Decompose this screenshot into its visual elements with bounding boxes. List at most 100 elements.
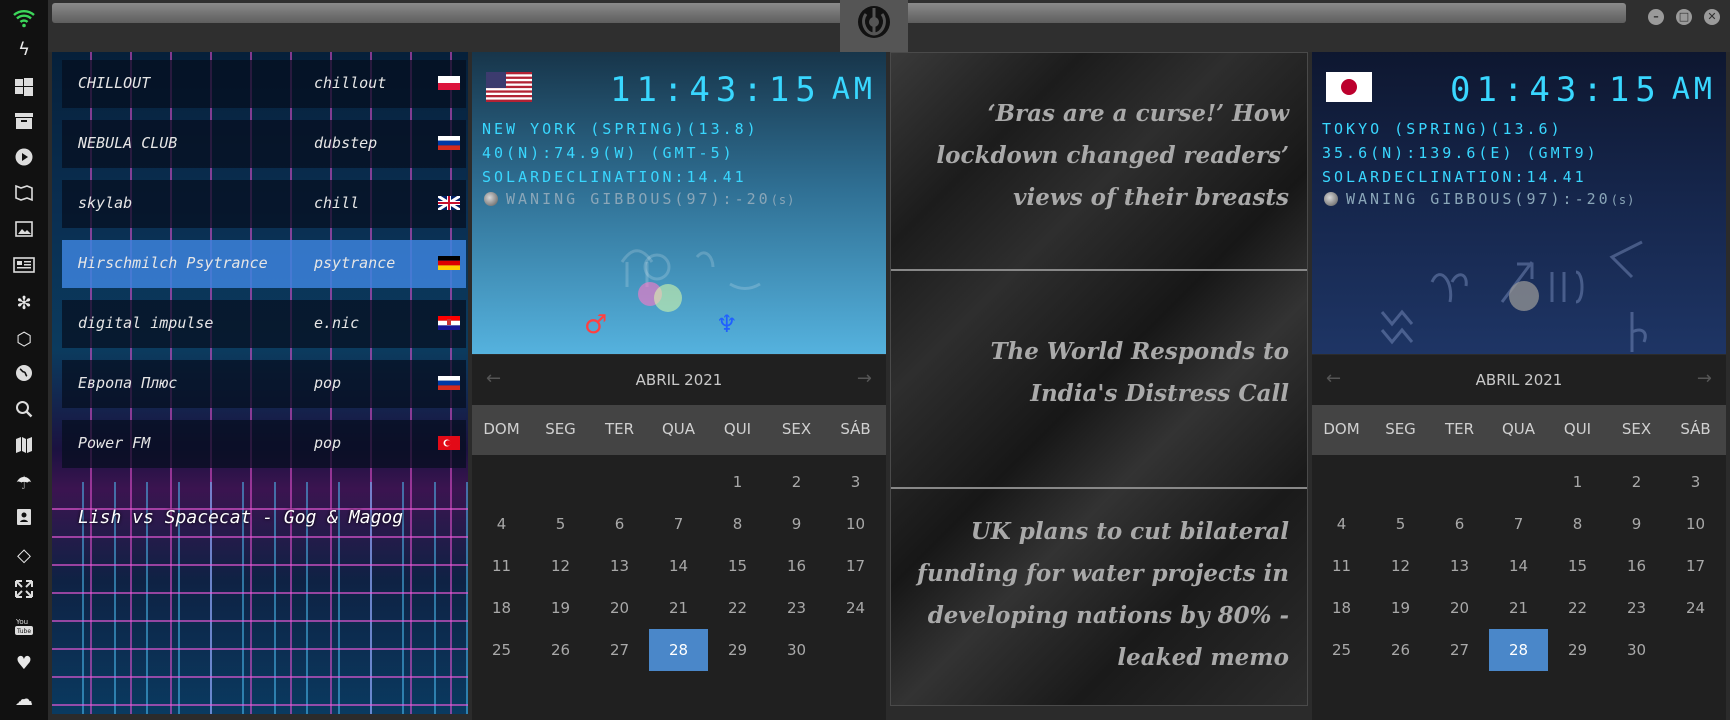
calendar-day[interactable]: 29: [1548, 629, 1607, 671]
calendar-day[interactable]: 7: [649, 503, 708, 545]
calendar-day[interactable]: 18: [472, 587, 531, 629]
selected-day[interactable]: 28: [1489, 629, 1548, 671]
calendar-day[interactable]: 3: [1666, 461, 1725, 503]
calendar-day[interactable]: 17: [1666, 545, 1725, 587]
calendar-day[interactable]: 14: [649, 545, 708, 587]
umbrella-icon[interactable]: ☂: [12, 472, 36, 496]
settings-badge-icon[interactable]: ✻: [12, 292, 36, 316]
heart-icon[interactable]: ♥: [12, 652, 36, 676]
calendar-day[interactable]: 22: [708, 587, 767, 629]
station-item[interactable]: digital impulse e.nic: [62, 300, 466, 348]
image-icon[interactable]: [12, 220, 36, 244]
calendar-day[interactable]: 17: [826, 545, 885, 587]
calendar-day[interactable]: 21: [1489, 587, 1548, 629]
calendar-day[interactable]: 1: [1548, 461, 1607, 503]
calendar-day[interactable]: 24: [1666, 587, 1725, 629]
calendar-day[interactable]: 15: [708, 545, 767, 587]
calendar-day[interactable]: 23: [1607, 587, 1666, 629]
calendar-day[interactable]: 22: [1548, 587, 1607, 629]
calendar-day[interactable]: 25: [1312, 629, 1371, 671]
weekday-label: SEG: [545, 420, 576, 438]
calendar-day[interactable]: 9: [1607, 503, 1666, 545]
globe-icon[interactable]: [12, 364, 36, 388]
calendar-day[interactable]: 8: [708, 503, 767, 545]
calendar-day[interactable]: 13: [1430, 545, 1489, 587]
calendar-day[interactable]: 25: [472, 629, 531, 671]
calendar-day[interactable]: 20: [1430, 587, 1489, 629]
calendar-day[interactable]: 30: [1607, 629, 1666, 671]
hexagon-icon[interactable]: ⬡: [12, 328, 36, 352]
contact-card-icon[interactable]: [12, 508, 36, 532]
svg-text:You: You: [15, 618, 28, 626]
calendar-day[interactable]: 5: [1371, 503, 1430, 545]
expand-icon[interactable]: [12, 580, 36, 604]
station-genre: chill: [314, 194, 360, 212]
play-icon[interactable]: [12, 148, 36, 172]
windows-icon[interactable]: [12, 78, 36, 102]
calendar-day[interactable]: 16: [1607, 545, 1666, 587]
calendar-day[interactable]: 7: [1489, 503, 1548, 545]
maximize-button[interactable]: □: [1676, 9, 1692, 25]
calendar-day[interactable]: 5: [531, 503, 590, 545]
search-icon[interactable]: [12, 400, 36, 424]
calendar-day[interactable]: 23: [767, 587, 826, 629]
station-item[interactable]: Power FM pop: [62, 420, 466, 468]
news-headline[interactable]: UK plans to cut bilateral funding for wa…: [909, 511, 1289, 679]
rebel-emblem-tab[interactable]: [840, 0, 908, 52]
bolt-icon[interactable]: ϟ: [12, 38, 36, 62]
calendar-day[interactable]: 6: [1430, 503, 1489, 545]
station-item[interactable]: skylab chill: [62, 180, 466, 228]
news-headline[interactable]: ‘Bras are a curse!’ How lockdown changed…: [909, 93, 1289, 219]
station-item[interactable]: Hirschmilch Psytrance psytrance: [62, 240, 466, 288]
map-icon[interactable]: [12, 436, 36, 460]
map-book-icon[interactable]: [12, 184, 36, 208]
calendar-day[interactable]: 9: [767, 503, 826, 545]
calendar-day[interactable]: 21: [649, 587, 708, 629]
calendar-day[interactable]: 4: [1312, 503, 1371, 545]
calendar-day[interactable]: 26: [531, 629, 590, 671]
calendar-day[interactable]: 27: [1430, 629, 1489, 671]
calendar-day[interactable]: 6: [590, 503, 649, 545]
youtube-icon[interactable]: You Tube: [12, 616, 36, 640]
minimize-button[interactable]: –: [1648, 9, 1664, 25]
calendar-day[interactable]: 18: [1312, 587, 1371, 629]
calendar-day[interactable]: 2: [1607, 461, 1666, 503]
calendar-day[interactable]: 20: [590, 587, 649, 629]
calendar-day[interactable]: 15: [1548, 545, 1607, 587]
flag-ru-icon: [438, 376, 460, 390]
archive-icon[interactable]: [12, 112, 36, 136]
calendar-day[interactable]: 10: [826, 503, 885, 545]
url-bar[interactable]: [52, 3, 1626, 23]
calendar-day[interactable]: 12: [1371, 545, 1430, 587]
calendar-day[interactable]: 3: [826, 461, 885, 503]
selected-day[interactable]: 28: [649, 629, 708, 671]
calendar-day[interactable]: 4: [472, 503, 531, 545]
calendar-day[interactable]: 14: [1489, 545, 1548, 587]
calendar-day[interactable]: 12: [531, 545, 590, 587]
close-button[interactable]: ✕: [1704, 9, 1720, 25]
station-name: skylab: [78, 194, 133, 212]
calendar-day[interactable]: 11: [472, 545, 531, 587]
news-icon[interactable]: [12, 256, 36, 280]
calendar-day[interactable]: 16: [767, 545, 826, 587]
station-item[interactable]: Европа Плюс pop: [62, 360, 466, 408]
calendar-day[interactable]: 1: [708, 461, 767, 503]
code-icon[interactable]: ◇: [12, 544, 36, 568]
calendar-day[interactable]: 30: [767, 629, 826, 671]
calendar-day[interactable]: 13: [590, 545, 649, 587]
news-headline[interactable]: The World Responds to India's Distress C…: [909, 331, 1289, 415]
calendar-day[interactable]: 24: [826, 587, 885, 629]
calendar-day[interactable]: 19: [1371, 587, 1430, 629]
calendar-day[interactable]: 2: [767, 461, 826, 503]
calendar-day[interactable]: 29: [708, 629, 767, 671]
calendar-day[interactable]: 26: [1371, 629, 1430, 671]
wifi-icon[interactable]: [12, 6, 36, 30]
calendar-day[interactable]: 8: [1548, 503, 1607, 545]
calendar-day[interactable]: 19: [531, 587, 590, 629]
cloud-icon[interactable]: ☁: [12, 688, 36, 712]
station-item[interactable]: CHILLOUT chillout: [62, 60, 466, 108]
calendar-day[interactable]: 11: [1312, 545, 1371, 587]
calendar-day[interactable]: 10: [1666, 503, 1725, 545]
station-item[interactable]: NEBULA CLUB dubstep: [62, 120, 466, 168]
calendar-day[interactable]: 27: [590, 629, 649, 671]
